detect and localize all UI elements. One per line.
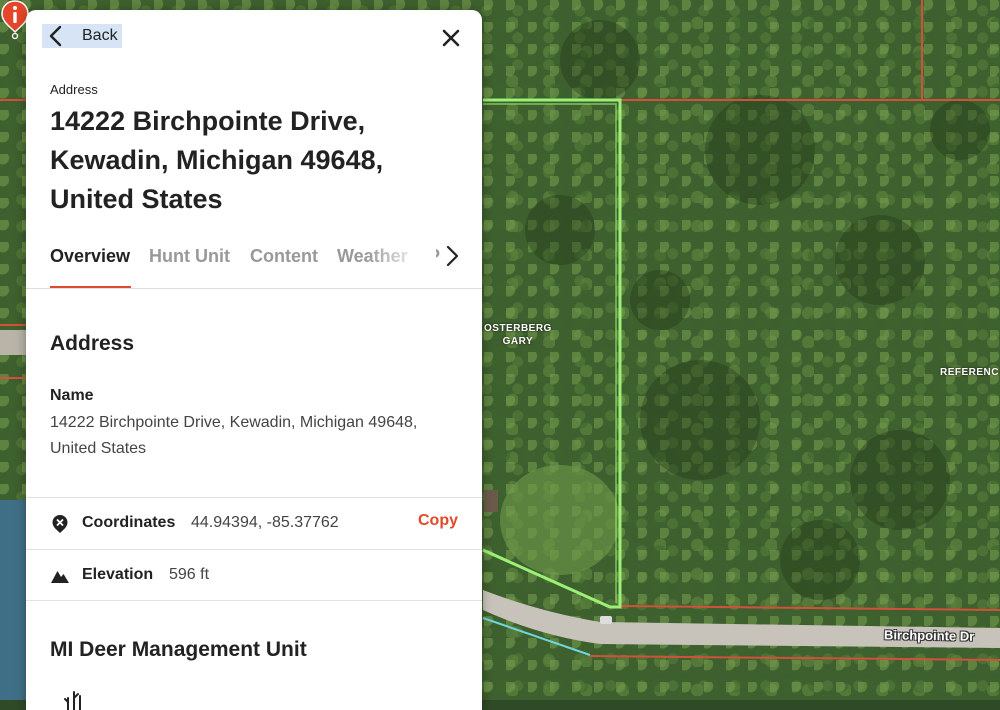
back-label: Back [82, 27, 118, 44]
name-value: 14222 Birchpointe Drive, Kewadin, Michig… [50, 414, 418, 457]
location-details-panel: Back Address 14222 Birchpointe Drive, Ke… [26, 10, 482, 710]
deer-unit-section-title: MI Deer Management Unit [50, 638, 307, 661]
tab-overview[interactable]: Overview [50, 246, 130, 267]
parcel-owner-label: OSTERBERG GARY [484, 323, 552, 347]
close-icon[interactable] [439, 26, 463, 50]
elevation-row: Elevation 596 ft [26, 549, 482, 600]
tab-fade [366, 240, 436, 284]
coordinates-row: Coordinates 44.94394, -85.37762 Copy [26, 497, 482, 548]
address-caption: Address [50, 82, 98, 97]
tab-bar: Overview Hunt Unit Content Weather P [26, 240, 482, 289]
tab-hunt-unit[interactable]: Hunt Unit [149, 246, 230, 267]
parcel-reference-label: REFERENC [940, 367, 1000, 378]
back-button[interactable]: Back [42, 24, 122, 48]
page-title: 14222 Birchpointe Drive, Kewadin, Michig… [50, 106, 384, 214]
name-label: Name [50, 387, 94, 404]
elevation-label: Elevation [82, 566, 154, 583]
coordinates-label: Coordinates [82, 514, 176, 531]
chevron-right-icon[interactable] [440, 244, 464, 268]
copy-coordinates-button[interactable]: Copy [418, 512, 458, 530]
chevron-left-icon [49, 25, 62, 47]
antler-icon [64, 691, 81, 710]
coordinates-value: 44.94394, -85.37762 [191, 514, 339, 531]
road-label: Birchpointe Dr [883, 627, 975, 644]
elevation-value: 596 ft [169, 566, 210, 583]
address-section-title: Address [50, 332, 135, 355]
mountain-icon [51, 571, 69, 583]
location-pin-icon [52, 515, 68, 533]
active-tab-indicator [50, 286, 131, 288]
divider [26, 600, 482, 601]
tab-content[interactable]: Content [250, 246, 318, 267]
